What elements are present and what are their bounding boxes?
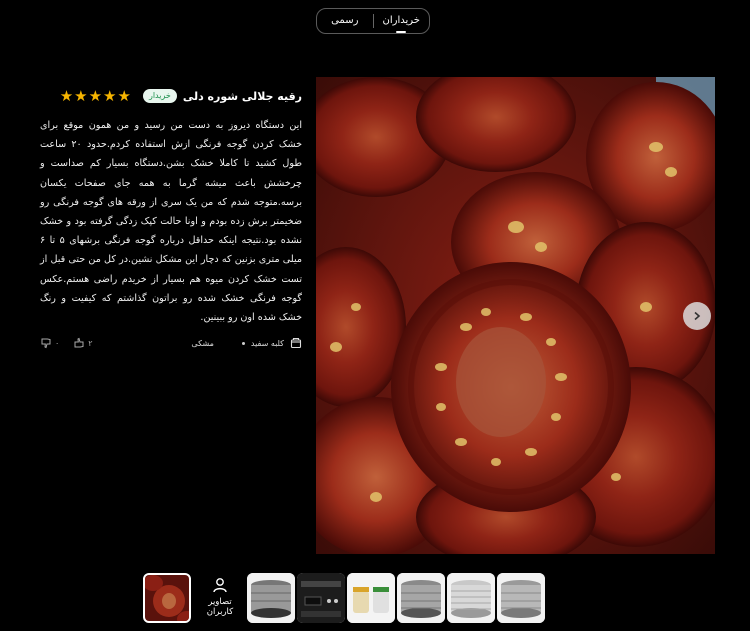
jars-image xyxy=(347,573,395,623)
tab-buyers[interactable]: خریداران xyxy=(374,9,430,33)
like-count: ۲ xyxy=(88,338,93,348)
user-images-button[interactable]: تصاویر کاربران xyxy=(200,577,240,617)
control-panel-image xyxy=(297,573,345,623)
thumbs-down-icon xyxy=(41,338,51,349)
chevron-right-icon xyxy=(694,311,701,321)
review-meta: کلبه سفید مشکی ۰ ۲ xyxy=(40,337,302,349)
user-images-label: تصاویر کاربران xyxy=(206,597,234,617)
dehydrator-image xyxy=(247,573,295,623)
review-panel: رقیه جلالی شوره دلی خریدار ★ ★ ★ ★ ★ این… xyxy=(40,86,302,349)
dehydrator-image xyxy=(447,573,495,623)
thumbnail-product-6[interactable] xyxy=(247,573,295,623)
dehydrator-image xyxy=(397,573,445,623)
thumbnail-product-5[interactable] xyxy=(297,573,345,623)
rating-stars: ★ ★ ★ ★ ★ xyxy=(59,86,131,105)
thumbs-up-icon xyxy=(74,338,84,348)
next-image-button[interactable] xyxy=(683,302,711,330)
variant-label: کلبه سفید xyxy=(250,338,284,348)
thumbnail-strip: تصاویر کاربران xyxy=(0,573,750,625)
purchase-info: کلبه سفید مشکی xyxy=(191,337,302,349)
separator-dot xyxy=(241,341,245,345)
reviewer-name: رقیه جلالی شوره دلی xyxy=(182,89,302,103)
dislike-count: ۰ xyxy=(55,338,60,348)
thumbnail-product-1[interactable] xyxy=(497,573,545,623)
dehydrator-image xyxy=(497,573,545,623)
dried-tomato-thumb xyxy=(145,575,189,621)
thumbnail-product-3[interactable] xyxy=(397,573,445,623)
star-icon: ★ xyxy=(117,86,131,105)
star-icon: ★ xyxy=(59,86,74,105)
vote-controls: ۰ ۲ xyxy=(40,337,93,349)
color-label: مشکی xyxy=(191,338,214,348)
user-icon xyxy=(213,578,227,593)
dislike-button[interactable]: ۰ xyxy=(40,337,59,349)
dried-tomato-photo xyxy=(316,77,715,554)
review-header: رقیه جلالی شوره دلی خریدار ★ ★ ★ ★ ★ xyxy=(40,86,302,106)
thumbnail-product-2[interactable] xyxy=(447,573,495,623)
star-icon: ★ xyxy=(88,86,103,105)
review-photo[interactable] xyxy=(316,77,715,554)
thumbnail-user-photo[interactable] xyxy=(143,573,191,623)
review-text: این دستگاه دیروز به دست من رسید و من همو… xyxy=(40,120,302,324)
star-icon: ★ xyxy=(74,86,88,105)
buyer-badge: خریدار xyxy=(142,89,177,103)
store-icon xyxy=(290,338,302,349)
star-icon: ★ xyxy=(103,86,117,105)
review-source-tabs: رسمی خریداران xyxy=(316,8,430,34)
like-button[interactable]: ۲ xyxy=(73,337,93,349)
tab-official[interactable]: رسمی xyxy=(317,9,373,33)
thumbnail-product-4[interactable] xyxy=(347,573,395,623)
